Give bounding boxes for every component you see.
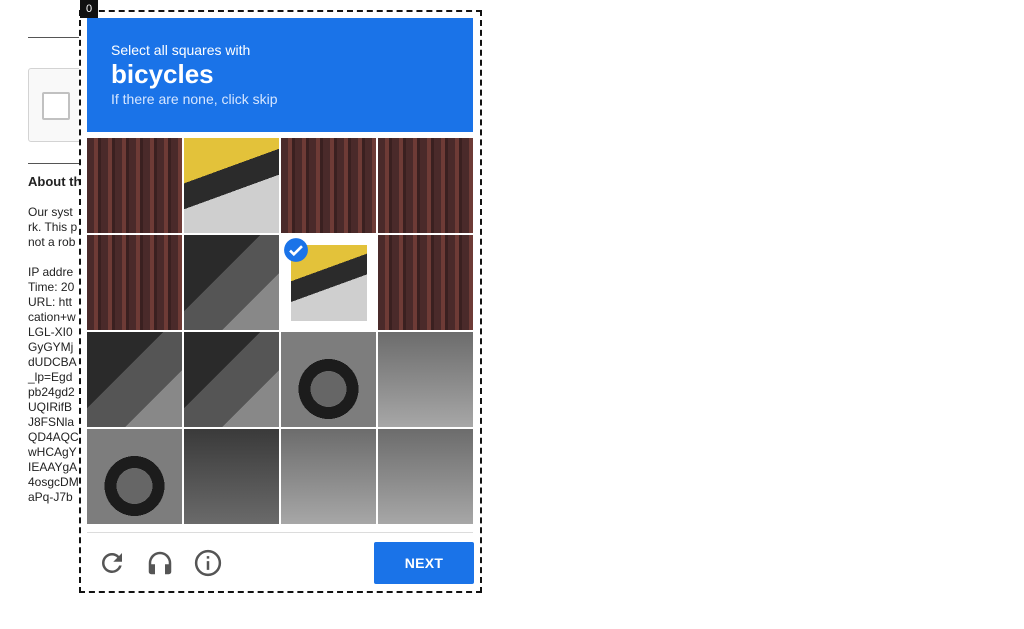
tile-image xyxy=(378,429,473,524)
bg-detail-line: IEAAYgA xyxy=(28,460,78,474)
tile-image xyxy=(87,235,182,330)
bg-paragraph-line: Our syst xyxy=(28,205,73,219)
divider xyxy=(87,532,473,533)
image-tile[interactable] xyxy=(378,429,473,524)
info-icon xyxy=(194,549,222,577)
reload-button[interactable] xyxy=(97,548,127,578)
tile-image xyxy=(87,138,182,233)
image-tile[interactable] xyxy=(378,332,473,427)
bg-detail-line: LGL-XI0 xyxy=(28,325,73,339)
bg-detail-line: GyGYMj xyxy=(28,340,74,354)
recaptcha-checkbox[interactable] xyxy=(42,92,70,120)
bg-detail-line: cation+w xyxy=(28,310,76,324)
bg-detail-line: QD4AQC xyxy=(28,430,79,444)
checkmark-icon xyxy=(284,238,308,262)
tile-image xyxy=(378,235,473,330)
image-tile[interactable] xyxy=(378,235,473,330)
image-tile[interactable] xyxy=(184,235,279,330)
tile-image xyxy=(281,138,376,233)
image-tile[interactable] xyxy=(281,429,376,524)
tile-image xyxy=(184,235,279,330)
image-tile[interactable] xyxy=(281,138,376,233)
image-grid xyxy=(87,138,473,524)
image-tile[interactable] xyxy=(378,138,473,233)
image-tile[interactable] xyxy=(281,332,376,427)
bg-detail-line: IP addre xyxy=(28,265,74,279)
bg-detail-line: pb24gd2 xyxy=(28,385,75,399)
bg-detail-line: URL: htt xyxy=(28,295,73,309)
tile-image xyxy=(281,332,376,427)
image-tile[interactable] xyxy=(87,429,182,524)
about-title: About th xyxy=(28,174,82,189)
challenge-header: Select all squares with bicycles If ther… xyxy=(87,18,473,132)
image-tile[interactable] xyxy=(281,235,376,330)
bg-detail-line: dUDCBA xyxy=(28,355,77,369)
tile-image xyxy=(378,332,473,427)
target-object: bicycles xyxy=(111,59,214,89)
tile-image xyxy=(87,429,182,524)
instruction-prefix: Select all squares with xyxy=(111,42,251,58)
captcha-challenge-dialog: Select all squares with bicycles If ther… xyxy=(79,10,482,593)
bg-detail-line: _lp=Egd xyxy=(28,370,73,384)
tile-image xyxy=(378,138,473,233)
bg-detail-line: UQIRifB xyxy=(28,400,73,414)
debug-index-badge: 0 xyxy=(80,0,98,18)
headphones-icon xyxy=(148,551,172,575)
image-tile[interactable] xyxy=(184,332,279,427)
skip-hint: If there are none, click skip xyxy=(111,91,278,107)
image-tile[interactable] xyxy=(87,138,182,233)
bg-detail-line: 4osgcDM xyxy=(28,475,79,489)
info-button[interactable] xyxy=(193,548,223,578)
tile-image xyxy=(184,332,279,427)
audio-challenge-button[interactable] xyxy=(145,548,175,578)
tile-image xyxy=(184,138,279,233)
image-tile[interactable] xyxy=(184,429,279,524)
bg-paragraph-line: not a rob xyxy=(28,235,76,249)
bg-detail-line: wHCAgY xyxy=(28,445,77,459)
bg-detail-line: Time: 20 xyxy=(28,280,75,294)
bg-paragraph-line: rk. This p xyxy=(28,220,78,234)
image-tile[interactable] xyxy=(87,235,182,330)
tile-image xyxy=(281,429,376,524)
next-button[interactable]: NEXT xyxy=(374,542,474,584)
tile-image xyxy=(184,429,279,524)
bg-detail-line: J8FSNla xyxy=(28,415,75,429)
image-tile[interactable] xyxy=(87,332,182,427)
tile-image xyxy=(87,332,182,427)
bg-detail-line: aPq-J7b xyxy=(28,490,73,504)
reload-icon xyxy=(102,553,122,573)
image-tile[interactable] xyxy=(184,138,279,233)
